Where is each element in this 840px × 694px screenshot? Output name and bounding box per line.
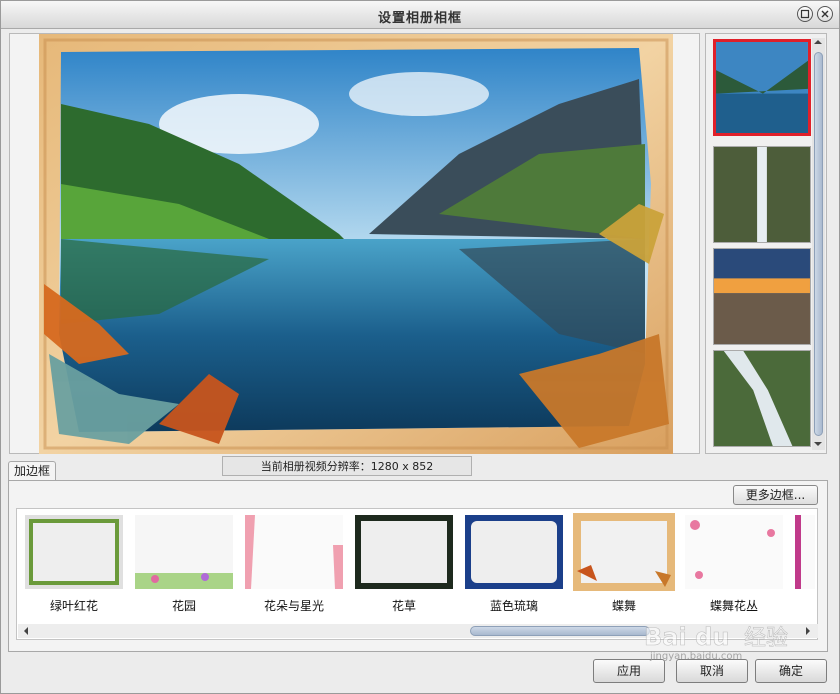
butterfly-dance-frame-icon [573,513,675,591]
frame-label: 蝶舞 [611,599,636,613]
frame-label: 花草 [391,599,416,613]
frame-item-leaf-flower[interactable]: 绿叶红花 [25,515,123,613]
garden-frame-icon [135,515,233,589]
frame-label: 花园 [171,599,196,613]
restore-button[interactable] [797,6,813,22]
scroll-thumb[interactable] [470,626,650,636]
frame-label: 蝶舞花丛 [709,599,758,613]
close-button[interactable] [817,6,833,22]
scroll-thumb[interactable] [814,52,823,436]
title-bar: 设置相册相框 [1,1,839,29]
frame-preview-image [39,34,673,454]
leaf-flower-frame-icon [25,515,123,589]
more-frames-button[interactable]: 更多边框... [733,485,818,505]
thumbnail-scrollbar[interactable] [812,38,825,450]
window-title: 设置相册相框 [377,11,462,26]
photo-thumbnail-stream[interactable] [713,350,811,447]
frame-item-butterfly-dance[interactable]: 蝶舞 [573,513,675,613]
close-icon [821,10,829,18]
scroll-down-icon[interactable] [814,442,822,446]
svg-text:经验: 经验 [744,626,788,651]
tab-add-border[interactable]: 加边框 [8,461,56,481]
flower-grass-frame-icon [355,515,453,589]
frame-item-garden[interactable]: 花园 [135,515,233,613]
photo-thumbnail-list [705,33,827,454]
frame-item-flower-grass[interactable]: 花草 [355,515,453,613]
butterfly-flower-frame-icon [685,515,783,589]
frame-item-blue-glaze[interactable]: 蓝色琉璃 [465,515,563,613]
photo-thumbnail-waterfall[interactable] [713,146,811,243]
frame-label: 绿叶红花 [49,599,98,613]
frame-label: 蓝色琉璃 [489,599,538,613]
scroll-left-icon[interactable] [24,627,28,635]
frame-item-butterfly-flower[interactable]: 蝶舞花丛 [685,515,783,613]
resolution-label: 当前相册视频分辨率：1280 x 852 [222,456,472,476]
blue-glaze-frame-icon [465,515,563,589]
scroll-up-icon[interactable] [814,40,822,44]
svg-text:Bai du: Bai du [644,623,729,651]
watermark-text: jingyan.baidu.com [650,651,743,662]
preview-panel [9,33,700,454]
restore-icon [800,9,810,19]
photo-thumbnail-beach[interactable] [713,248,811,345]
flower-star-frame-icon [245,515,343,589]
frame-label: 花朵与星光 [263,599,324,613]
photo-thumbnail-lake[interactable] [713,39,811,136]
frame-item-flower-star[interactable]: 花朵与星光 [245,515,343,613]
frame-item-partial [795,515,815,589]
